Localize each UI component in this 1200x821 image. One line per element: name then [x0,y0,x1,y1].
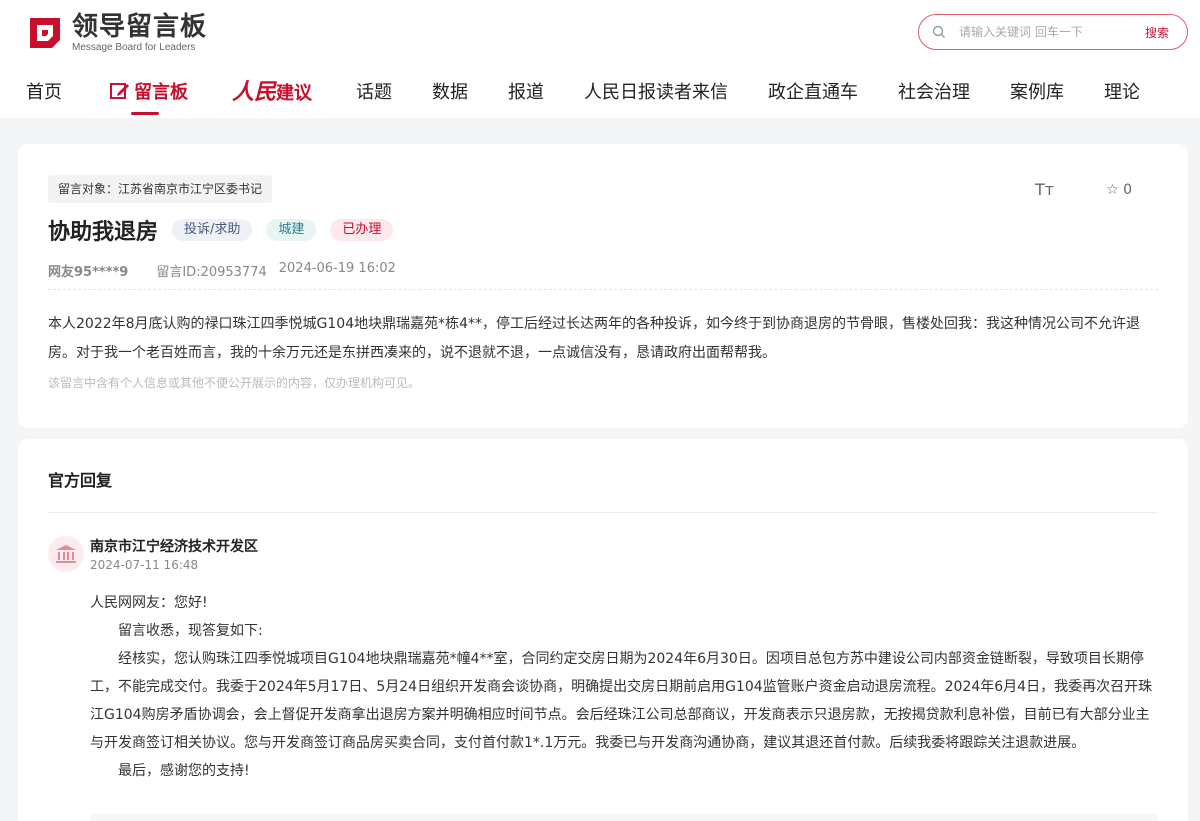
reply-greeting: 人民网网友：您好! [90,595,208,611]
star-icon: ☆ [1106,181,1119,198]
renmin-logo-text: 人民 [232,79,277,105]
nav-item-reports[interactable]: 报道 [508,78,544,104]
reply-body: 人民网网友：您好! 留言收悉，现答复如下: 经核实，您认购珠江四季悦城项目G10… [90,589,1160,785]
favorite-count: 0 [1123,181,1132,198]
reply-footer-box [90,813,1158,821]
reply-paragraph-3: 最后，感谢您的支持! [118,763,250,779]
nav-item-theory[interactable]: 理论 [1104,78,1140,104]
logo-subtitle: Message Board for Leaders [72,42,196,53]
nav-item-message-board[interactable]: 留言板 [110,78,188,105]
jianyi-label: 建议 [276,83,313,104]
nav-item-reader-letters[interactable]: 人民日报读者来信 [584,78,728,104]
search-box: 搜索 [918,14,1188,50]
message-title: 协助我退房 [48,220,159,245]
message-tools: Tт ☆ 0 [1035,180,1132,199]
reply-paragraph-1: 留言收悉，现答复如下: [118,623,263,639]
main-nav: 首页 留言板 人民建议 话题 数据 报道 人民日报读者来信 政企直通车 社会治理… [0,70,1200,118]
nav-item-case-library[interactable]: 案例库 [1010,78,1064,104]
reply-divider [48,512,1158,513]
government-building-icon [48,536,84,572]
edit-icon [110,82,130,105]
nav-item-message-board-label: 留言板 [134,82,188,103]
reply-card: 官方回复 南京市江宁经济技术开发区 2024-07-11 16:48 人民网网友… [18,439,1188,821]
message-card: 留言对象：江苏省南京市江宁区委书记 Tт ☆ 0 协助我退房 投诉/求助 城建 … [18,144,1188,428]
nav-active-underline [131,112,159,115]
message-content: 本人2022年8月底认购的禄口珠江四季悦城G104地块鼎瑞嘉苑*栋4**，停工后… [48,316,1141,361]
reply-paragraph-2: 经核实，您认购珠江四季悦城项目G104地块鼎瑞嘉苑*幢4**室，合同约定交房日期… [90,651,1153,751]
reply-date: 2024-07-11 16:48 [90,558,199,572]
nav-item-social-governance[interactable]: 社会治理 [898,78,970,104]
favorite-button[interactable]: ☆ 0 [1106,182,1132,198]
logo-mark-icon [26,14,64,52]
reply-heading: 官方回复 [48,471,113,490]
message-time: 2024-06-19 16:02 [278,261,396,276]
meta-divider [48,289,1158,290]
site-logo[interactable]: 领导留言板 Message Board for Leaders [26,12,207,54]
search-input[interactable] [959,25,1139,39]
nav-item-gov-enterprise[interactable]: 政企直通车 [768,78,858,104]
reply-department: 南京市江宁经济技术开发区 [90,539,258,555]
tag-urban-construction[interactable]: 城建 [266,219,317,241]
nav-item-renmin-jianyi[interactable]: 人民建议 [232,74,312,106]
nav-item-home[interactable]: 首页 [26,78,62,104]
search-icon [919,25,959,39]
font-size-icon[interactable]: Tт [1035,180,1054,199]
nav-item-topics[interactable]: 话题 [356,78,392,104]
privacy-note: 该留言中含有个人信息或其他不便公开展示的内容，仅办理机构可见。 [48,376,421,390]
message-meta: 网友95****9 留言ID:20953774 2024-06-19 16:02 [48,261,396,280]
message-id: 留言ID:20953774 [156,265,267,280]
logo-title: 领导留言板 [72,12,208,42]
message-user: 网友95****9 [48,265,129,280]
status-badge: 已办理 [330,219,394,241]
nav-item-data[interactable]: 数据 [432,78,468,104]
search-button[interactable]: 搜索 [1145,24,1169,41]
site-header: 领导留言板 Message Board for Leaders 搜索 首页 留言… [0,0,1200,118]
message-target: 留言对象：江苏省南京市江宁区委书记 [48,175,273,203]
tag-complaint[interactable]: 投诉/求助 [172,219,253,241]
